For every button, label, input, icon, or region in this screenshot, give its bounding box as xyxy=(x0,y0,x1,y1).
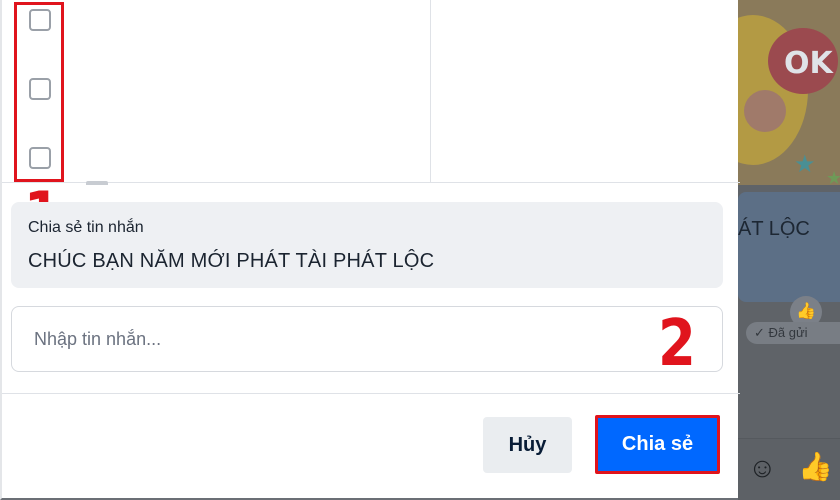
smiley-icon: ☺ xyxy=(748,452,777,483)
shared-message-preview: Chia sẻ tin nhắn CHÚC BẠN NĂM MỚI PHÁT T… xyxy=(11,202,723,288)
ok-sticker-image: OK ★ ★ xyxy=(738,0,840,188)
list-column-divider xyxy=(430,0,431,183)
recipient-list xyxy=(2,0,740,185)
sticker-ok-bubble: OK xyxy=(768,28,838,94)
star-icon: ★ xyxy=(794,151,816,178)
annotation-step-2: 2 xyxy=(658,307,696,381)
share-message-dialog: 1 Chia sẻ tin nhắn CHÚC BẠN NĂM MỚI PHÁT… xyxy=(0,0,740,500)
star-icon: ★ xyxy=(826,168,840,188)
avatar xyxy=(86,181,108,185)
annotation-highlight-checkboxes xyxy=(14,2,64,182)
background-chat-panel: OK ★ ★ ÁT LỘC 👍 ✓ Đã gửi ☺ 👍 xyxy=(738,0,840,500)
sent-status-badge: ✓ Đã gửi xyxy=(746,322,840,344)
shared-message-text: CHÚC BẠN NĂM MỚI PHÁT TÀI PHÁT LỘC xyxy=(28,250,435,272)
share-section-title: Chia sẻ tin nhắn xyxy=(28,219,144,236)
sticker-cheek xyxy=(744,90,786,132)
message-input[interactable] xyxy=(11,306,723,372)
message-bubble xyxy=(738,192,840,302)
sticker-ok-text: OK xyxy=(784,46,833,81)
footer-divider xyxy=(2,393,740,394)
cancel-button[interactable]: Hủy xyxy=(483,417,572,473)
thumbs-up-icon: 👍 xyxy=(798,451,833,482)
message-bubble-text: ÁT LỘC xyxy=(738,218,810,240)
share-button[interactable]: Chia sẻ xyxy=(595,415,720,474)
